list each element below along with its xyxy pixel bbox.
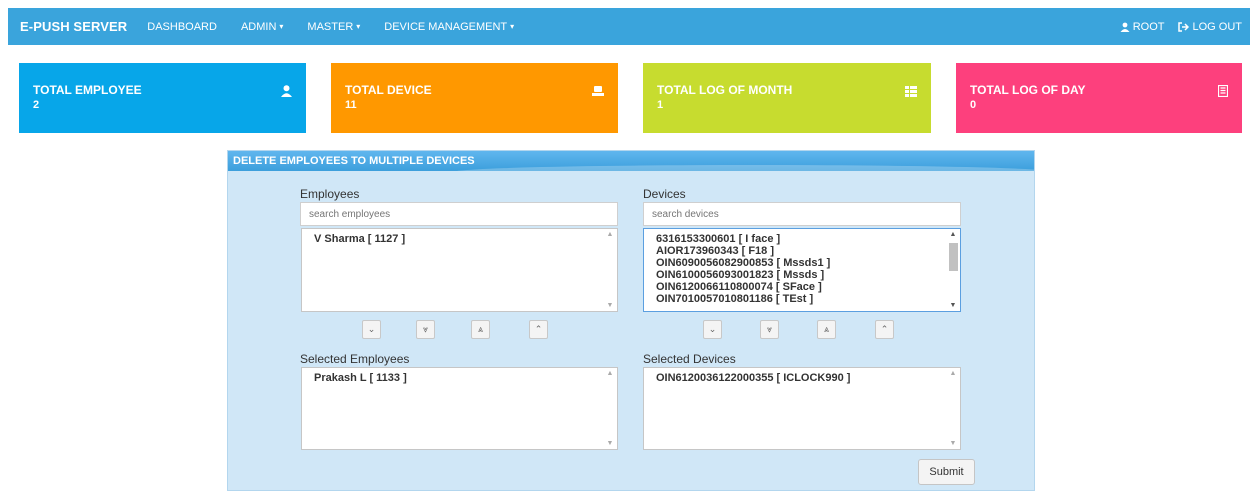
nav-logout-label: LOG OUT bbox=[1192, 20, 1242, 33]
scrollbar[interactable]: ▲ ▼ bbox=[946, 229, 960, 311]
list-item[interactable]: 6316153300601 [ I face ] bbox=[656, 233, 946, 245]
scroll-up-icon[interactable]: ▲ bbox=[603, 231, 617, 238]
caret-down-icon: ▾ bbox=[356, 22, 361, 31]
card-total-log-month[interactable]: TOTAL LOG OF MONTH 1 bbox=[643, 63, 931, 133]
scroll-up-icon[interactable]: ▲ bbox=[946, 370, 960, 377]
list-item[interactable]: V Sharma [ 1127 ] bbox=[314, 233, 603, 245]
card-total-employee[interactable]: TOTAL EMPLOYEE 2 bbox=[19, 63, 306, 133]
caret-down-icon: ▾ bbox=[510, 22, 515, 31]
search-employees-input[interactable] bbox=[300, 202, 618, 226]
scroll-up-icon[interactable]: ▲ bbox=[603, 370, 617, 377]
card-title: TOTAL LOG OF DAY bbox=[970, 83, 1086, 97]
nav-device-management[interactable]: DEVICE MANAGEMENT ▾ bbox=[384, 21, 514, 33]
move-all-up-button[interactable]: ⩓ bbox=[471, 320, 490, 339]
panel-title: DELETE EMPLOYEES TO MULTIPLE DEVICES bbox=[233, 155, 475, 167]
caret-down-icon: ▾ bbox=[279, 22, 284, 31]
nav-admin-label: ADMIN bbox=[240, 20, 277, 33]
devices-listbox[interactable]: 6316153300601 [ I face ] AIOR173960343 [… bbox=[643, 228, 961, 312]
nav-right-group: ROOT LOG OUT bbox=[1120, 21, 1250, 33]
nav-dashboard[interactable]: DASHBOARD bbox=[147, 21, 217, 33]
move-down-button[interactable]: ⌄ bbox=[703, 320, 722, 339]
brand-logo[interactable]: E-PUSH SERVER bbox=[20, 19, 127, 34]
card-value: 1 bbox=[657, 99, 664, 111]
scroll-down-icon[interactable]: ▼ bbox=[946, 302, 960, 309]
employees-label: Employees bbox=[300, 187, 360, 201]
search-devices-input[interactable] bbox=[643, 202, 961, 226]
card-title: TOTAL DEVICE bbox=[345, 83, 432, 97]
card-value: 11 bbox=[345, 99, 357, 111]
card-title: TOTAL EMPLOYEE bbox=[33, 83, 142, 97]
selected-devices-label: Selected Devices bbox=[643, 352, 736, 366]
move-up-button[interactable]: ⌃ bbox=[529, 320, 548, 339]
list-item[interactable]: OIN6120066110800074 [ SFace ] bbox=[656, 281, 946, 293]
nav-device-management-label: DEVICE MANAGEMENT bbox=[384, 20, 508, 33]
list-item[interactable]: OIN7010057010801186 [ TEst ] bbox=[656, 293, 946, 305]
nav-master-label: MASTER bbox=[307, 20, 354, 33]
top-navbar: E-PUSH SERVER DASHBOARD ADMIN ▾ MASTER ▾ D… bbox=[8, 8, 1250, 45]
scrollbar[interactable]: ▲ ▼ bbox=[603, 229, 617, 311]
table-icon bbox=[905, 85, 917, 100]
scrollbar[interactable]: ▲ ▼ bbox=[603, 368, 617, 449]
logout-icon bbox=[1178, 21, 1190, 32]
nav-dashboard-label: DASHBOARD bbox=[147, 20, 217, 33]
list-item[interactable]: Prakash L [ 1133 ] bbox=[314, 372, 603, 384]
list-item[interactable]: OIN6120036122000355 [ ICLOCK990 ] bbox=[656, 372, 946, 384]
scroll-down-icon[interactable]: ▼ bbox=[603, 302, 617, 309]
scroll-down-icon[interactable]: ▼ bbox=[946, 440, 960, 447]
scroll-up-icon[interactable]: ▲ bbox=[946, 231, 960, 238]
device-icon bbox=[592, 85, 604, 100]
card-value: 0 bbox=[970, 99, 977, 111]
move-all-up-button[interactable]: ⩓ bbox=[817, 320, 836, 339]
card-total-log-day[interactable]: TOTAL LOG OF DAY 0 bbox=[956, 63, 1242, 133]
user-icon bbox=[1120, 22, 1130, 32]
list-item[interactable]: OIN6100056093001823 [ Mssds ] bbox=[656, 269, 946, 281]
list-icon bbox=[1217, 84, 1229, 100]
move-up-button[interactable]: ⌃ bbox=[875, 320, 894, 339]
scrollbar[interactable]: ▲ ▼ bbox=[946, 368, 960, 449]
move-all-down-button[interactable]: ⩔ bbox=[760, 320, 779, 339]
nav-master[interactable]: MASTER ▾ bbox=[307, 21, 360, 33]
panel-header: DELETE EMPLOYEES TO MULTIPLE DEVICES bbox=[228, 151, 1034, 171]
list-item[interactable]: OIN6090056082900853 [ Mssds1 ] bbox=[656, 257, 946, 269]
employees-listbox[interactable]: V Sharma [ 1127 ] ▲ ▼ bbox=[301, 228, 618, 312]
selected-employees-label: Selected Employees bbox=[300, 352, 410, 366]
nav-user-label: ROOT bbox=[1132, 20, 1165, 33]
list-item[interactable]: AIOR173960343 [ F18 ] bbox=[656, 245, 946, 257]
move-down-button[interactable]: ⌄ bbox=[362, 320, 381, 339]
scroll-down-icon[interactable]: ▼ bbox=[603, 440, 617, 447]
user-icon bbox=[281, 85, 292, 100]
card-value: 2 bbox=[33, 99, 40, 111]
selected-devices-listbox[interactable]: OIN6120036122000355 [ ICLOCK990 ] ▲ ▼ bbox=[643, 367, 961, 450]
submit-button[interactable]: Submit bbox=[918, 459, 975, 485]
nav-user-root[interactable]: ROOT bbox=[1120, 20, 1165, 33]
header-wave-decoration bbox=[454, 165, 1034, 171]
card-total-device[interactable]: TOTAL DEVICE 11 bbox=[331, 63, 618, 133]
nav-admin[interactable]: ADMIN ▾ bbox=[241, 21, 283, 33]
nav-logout[interactable]: LOG OUT bbox=[1178, 21, 1242, 33]
card-title: TOTAL LOG OF MONTH bbox=[657, 83, 793, 97]
scroll-thumb[interactable] bbox=[949, 243, 958, 271]
devices-label: Devices bbox=[643, 187, 686, 201]
selected-employees-listbox[interactable]: Prakash L [ 1133 ] ▲ ▼ bbox=[301, 367, 618, 450]
move-all-down-button[interactable]: ⩔ bbox=[416, 320, 435, 339]
